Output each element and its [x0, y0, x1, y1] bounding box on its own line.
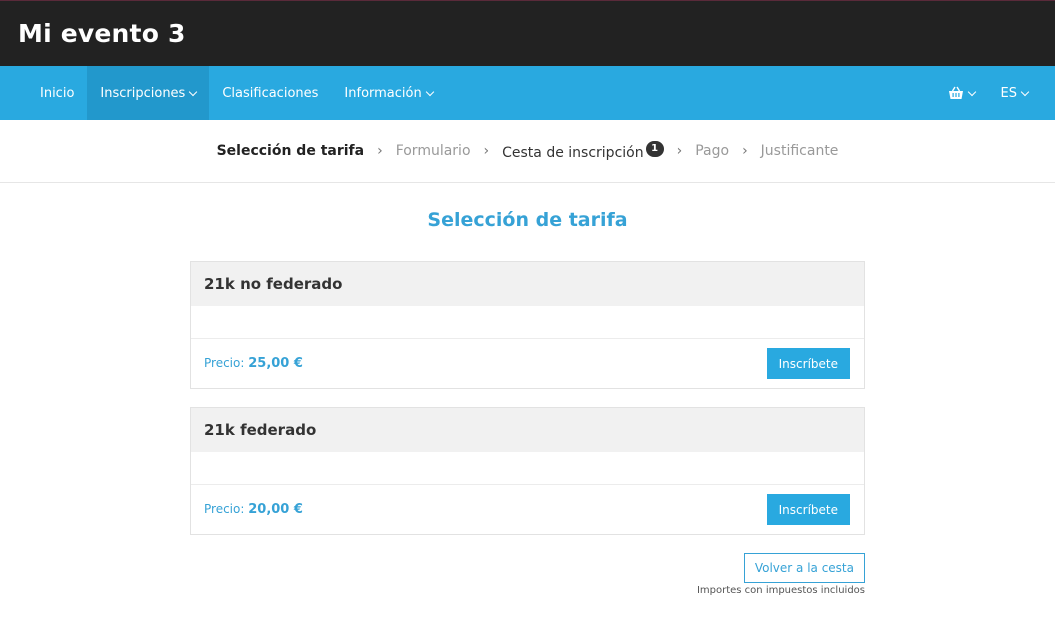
fare-description: [191, 306, 864, 339]
nav-item-label: Inscripciones: [100, 85, 186, 101]
chevron-right-icon: ›: [742, 143, 748, 159]
main-nav: Inicio Inscripciones Clasificaciones Inf…: [0, 66, 1055, 120]
back-to-cart-button[interactable]: Volver a la cesta: [743, 553, 865, 583]
price-value: 20,00 €: [248, 502, 303, 517]
chevron-right-icon: ›: [483, 143, 490, 159]
chevron-down-icon: [189, 87, 198, 96]
nav-item-inicio[interactable]: Inicio: [27, 66, 87, 120]
nav-item-inscripciones[interactable]: Inscripciones: [87, 66, 210, 120]
step-cesta[interactable]: Cesta de inscripción 1: [502, 141, 664, 161]
event-title: Mi evento 3: [18, 19, 186, 48]
chevron-down-icon: [425, 87, 434, 96]
app-header: Mi evento 3: [0, 0, 1055, 66]
tax-note: Importes con impuestos incluidos: [696, 585, 865, 596]
register-button[interactable]: Inscríbete: [766, 494, 850, 525]
fare-footer: Precio: 25,00 € Inscríbete: [191, 339, 864, 388]
step-formulario: Formulario: [395, 143, 471, 159]
language-dropdown[interactable]: ES: [988, 66, 1041, 120]
step-pago: Pago: [695, 143, 730, 159]
fare-footer: Precio: 20,00 € Inscríbete: [191, 485, 864, 534]
step-justificante: Justificante: [760, 143, 839, 159]
chevron-down-icon: [1020, 87, 1030, 96]
fare-card: 21k federado Precio: 20,00 € Inscríbete: [190, 407, 865, 535]
chevron-down-icon: [967, 87, 976, 96]
nav-right: ES: [935, 66, 1041, 120]
chevron-right-icon: ›: [377, 143, 383, 159]
nav-item-clasificaciones[interactable]: Clasificaciones: [209, 66, 331, 120]
shopping-basket-icon: [948, 86, 963, 99]
nav-item-label: Información: [344, 85, 422, 101]
fares-container: 21k no federado Precio: 25,00 € Inscríbe…: [190, 261, 865, 596]
fare-description: [191, 452, 864, 485]
fare-card: 21k no federado Precio: 25,00 € Inscríbe…: [190, 261, 865, 389]
nav-item-label: Inicio: [40, 85, 75, 101]
fare-price: Precio: 25,00 €: [204, 356, 303, 371]
fare-name: 21k no federado: [191, 262, 864, 306]
fare-price: Precio: 20,00 €: [204, 502, 303, 517]
cart-count-badge: 1: [645, 141, 664, 157]
nav-item-informacion[interactable]: Información: [331, 66, 445, 120]
cart-actions: Volver a la cesta Importes con impuestos…: [190, 553, 865, 596]
nav-left: Inicio Inscripciones Clasificaciones Inf…: [27, 66, 446, 120]
fare-name: 21k federado: [191, 408, 864, 452]
register-button[interactable]: Inscríbete: [766, 348, 850, 379]
price-label: Precio:: [204, 502, 245, 516]
price-label: Precio:: [204, 356, 245, 370]
step-label: Cesta de inscripción: [502, 145, 644, 161]
step-seleccion-tarifa: Selección de tarifa: [216, 143, 365, 159]
chevron-right-icon: ›: [676, 143, 683, 159]
checkout-steps: Selección de tarifa › Formulario › Cesta…: [0, 120, 1055, 183]
language-label: ES: [1000, 85, 1017, 101]
cart-dropdown[interactable]: [935, 66, 988, 120]
page-title: Selección de tarifa: [427, 209, 628, 231]
nav-item-label: Clasificaciones: [222, 85, 319, 101]
price-value: 25,00 €: [248, 356, 303, 371]
